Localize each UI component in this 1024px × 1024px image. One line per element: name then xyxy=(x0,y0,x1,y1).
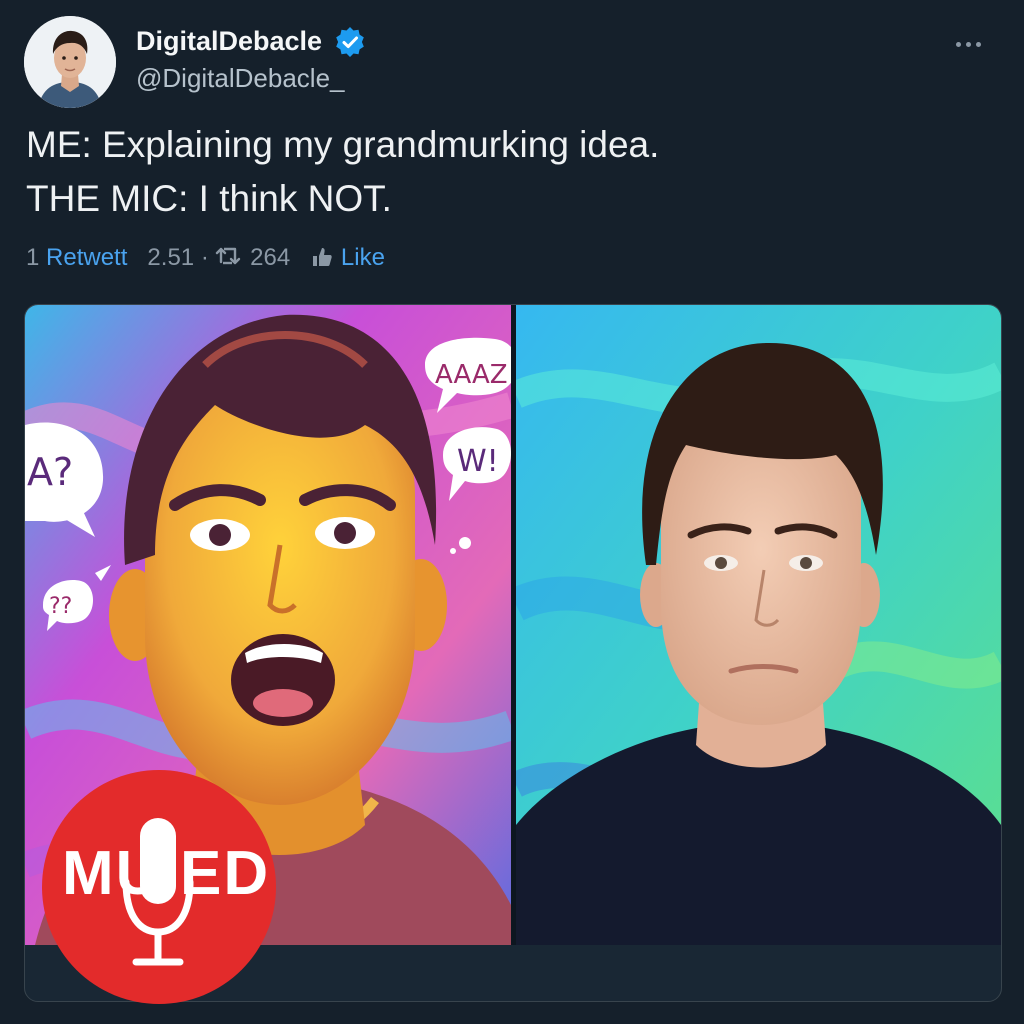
media-panel-right[interactable] xyxy=(516,305,1001,945)
bubble-text-4: ?? xyxy=(49,594,72,619)
like-button[interactable]: Like xyxy=(341,244,385,271)
retweet-icon[interactable] xyxy=(215,245,243,269)
user-handle[interactable]: @DigitalDebacle_ xyxy=(136,63,365,94)
retweet-count: 1 xyxy=(26,244,40,271)
neutral-man-photo xyxy=(516,305,1001,945)
more-options-icon[interactable] xyxy=(956,34,996,50)
view-count: 2.51 xyxy=(147,244,195,271)
tweet-stats: 1 Retwett 2.51 · 264 Like xyxy=(26,244,385,272)
retweet-stat-count: 264 xyxy=(250,244,291,271)
bubble-text-3: A? xyxy=(27,450,73,494)
tweet-line-2: THE MIC: I think NOT. xyxy=(26,178,392,219)
avatar[interactable] xyxy=(24,16,116,108)
verified-badge-icon xyxy=(335,26,364,57)
tweet-header: DigitalDebacle @DigitalDebacle_ xyxy=(24,16,1000,112)
tweet-text: ME: Explaining my grandmurking idea. THE… xyxy=(26,118,659,226)
display-name[interactable]: DigitalDebacle xyxy=(136,26,322,57)
retweet-link[interactable]: Retwett xyxy=(46,244,127,271)
user-avatar-icon xyxy=(24,16,116,108)
tweet-line-1: ME: Explaining my grandmurking idea. xyxy=(26,124,660,165)
microphone-icon xyxy=(122,818,194,966)
bubble-text-1: AAAZ xyxy=(435,360,508,390)
tweet-card: DigitalDebacle @DigitalDebacle_ ME: Expl… xyxy=(0,0,1024,1024)
author-names: DigitalDebacle @DigitalDebacle_ xyxy=(136,26,365,94)
bubble-text-2: W! xyxy=(457,444,499,479)
stats-separator: · xyxy=(200,244,209,271)
like-icon[interactable] xyxy=(310,245,334,269)
